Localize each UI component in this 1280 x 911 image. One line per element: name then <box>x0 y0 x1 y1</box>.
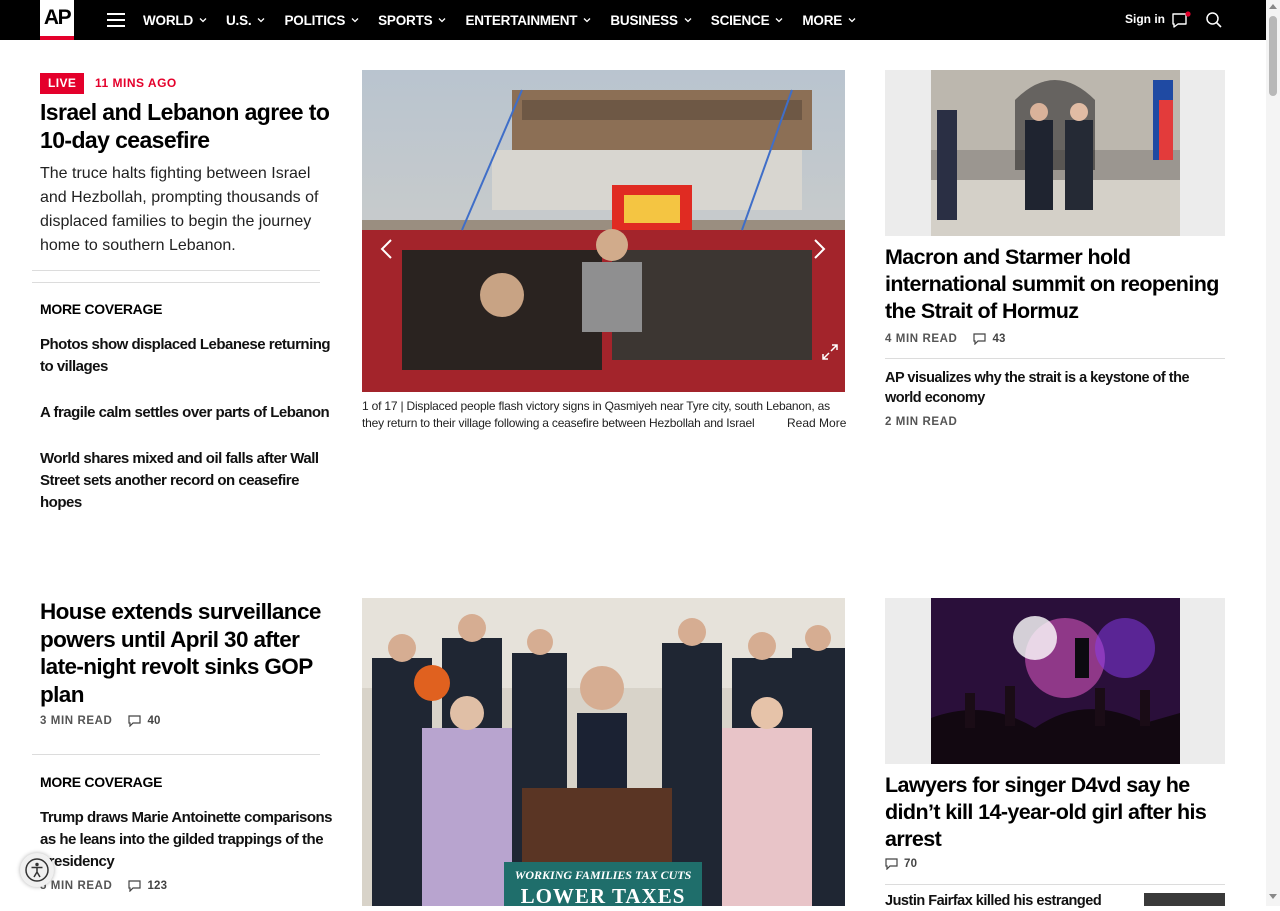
comment-count[interactable]: 40 <box>147 715 160 727</box>
accessibility-icon <box>25 858 49 882</box>
d4vd-concert-photo <box>885 598 1225 764</box>
surveillance-meta: 3 MIN READ 40 <box>40 715 161 727</box>
nav-item-sports[interactable]: SPORTS <box>378 13 446 28</box>
comment-count[interactable]: 123 <box>147 880 167 892</box>
chevron-down-icon <box>775 18 783 23</box>
nav-item-more[interactable]: MORE <box>802 13 856 28</box>
nav-item-entertainment[interactable]: ENTERTAINMENT <box>465 13 591 28</box>
scroll-down-arrow[interactable] <box>1269 894 1277 899</box>
chevron-down-icon <box>258 18 265 23</box>
summit-headline[interactable]: Macron and Starmer hold international su… <box>885 244 1225 325</box>
lead-headline[interactable]: Israel and Lebanon agree to 10-day cease… <box>40 98 330 154</box>
nav-item-world[interactable]: WORLD <box>143 13 207 28</box>
tax-cuts-sign: WORKING FAMILIES TAX CUTS LOWER TAXES <box>504 868 702 906</box>
concert-photo[interactable] <box>885 598 1225 764</box>
more-coverage-label: MORE COVERAGE <box>40 301 163 317</box>
carousel-caption: 1 of 17 | Displaced people flash victory… <box>362 399 830 430</box>
chevron-down-icon <box>583 18 591 23</box>
house-press-photo[interactable]: WORKING FAMILIES TAX CUTS LOWER TAXES <box>362 598 845 906</box>
chevron-down-icon <box>199 18 207 23</box>
carousel-next-button[interactable] <box>800 230 838 268</box>
carousel-prev-button[interactable] <box>368 230 406 268</box>
chevron-down-icon <box>351 18 359 23</box>
lead-summary: The truce halts fighting between Israel … <box>40 165 319 254</box>
displaced-family-car-photo <box>362 70 845 392</box>
comment-icon[interactable] <box>973 333 987 345</box>
carousel-photo[interactable] <box>362 70 845 392</box>
divider <box>885 358 1225 359</box>
live-badge: LIVE <box>40 73 85 94</box>
comment-icon[interactable] <box>885 858 898 870</box>
summit-meta: 4 MIN READ 43 <box>885 333 1006 345</box>
divider <box>885 884 1225 885</box>
surveillance-headline[interactable]: House extends surveillance powers until … <box>40 598 335 708</box>
coverage-link[interactable]: A fragile calm settles over parts of Leb… <box>40 402 335 424</box>
nav-item-politics[interactable]: POLITICS <box>284 13 359 28</box>
comment-icon[interactable] <box>128 715 142 727</box>
divider <box>32 754 320 755</box>
sign-line-1: WORKING FAMILIES TAX CUTS <box>514 868 692 882</box>
ap-logo[interactable]: AP <box>40 0 74 40</box>
divider <box>32 282 320 283</box>
fairfax-thumbnail[interactable] <box>1144 893 1225 906</box>
divider <box>32 270 320 271</box>
nav-item-science[interactable]: SCIENCE <box>711 13 784 28</box>
read-time: 2 MIN READ <box>885 416 958 428</box>
read-time: 3 MIN READ <box>40 715 113 727</box>
fairfax-link[interactable]: Justin Fairfax killed his estranged <box>885 891 1135 911</box>
caption-text: Displaced people flash victory signs in … <box>362 399 830 430</box>
read-more-link[interactable]: Read More <box>783 416 847 430</box>
chevron-right-icon <box>814 239 826 259</box>
coverage-link[interactable]: World shares mixed and oil falls after W… <box>40 448 335 514</box>
nav-items: WORLD U.S. POLITICS SPORTS ENTERTAINMENT… <box>143 0 875 40</box>
d4vd-headline[interactable]: Lawyers for singer D4vd say he didn’t ki… <box>885 772 1225 853</box>
live-timestamp: 11 MINS AGO <box>95 76 177 90</box>
coverage-link-meta: 5 MIN READ 123 <box>40 880 167 892</box>
top-nav: AP WORLD U.S. POLITICS SPORTS ENTERTAINM… <box>0 0 1266 40</box>
search-icon[interactable] <box>1205 11 1223 29</box>
house-republicans-photo <box>362 598 845 906</box>
strait-link[interactable]: AP visualizes why the strait is a keysto… <box>885 368 1215 408</box>
chevron-down-icon <box>848 18 856 23</box>
nav-item-us[interactable]: U.S. <box>226 13 265 28</box>
carousel-counter: 1 of 17 <box>362 399 398 413</box>
comment-count[interactable]: 43 <box>992 333 1005 345</box>
scroll-up-arrow[interactable] <box>1269 4 1277 9</box>
comment-count[interactable]: 70 <box>904 858 917 870</box>
chevron-down-icon <box>438 18 446 23</box>
coverage-link[interactable]: Photos show displaced Lebanese returning… <box>40 334 335 378</box>
d4vd-meta: 70 <box>885 858 917 870</box>
coverage-link[interactable]: Trump draws Marie Antoinette comparisons… <box>40 807 335 873</box>
sign-line-2: LOWER TAXES <box>520 884 686 906</box>
chevron-left-icon <box>380 239 392 259</box>
read-time: 5 MIN READ <box>40 880 113 892</box>
expand-icon[interactable] <box>820 342 840 362</box>
more-coverage-label: MORE COVERAGE <box>40 774 163 790</box>
page-scrollbar[interactable] <box>1266 0 1280 906</box>
comment-icon[interactable] <box>128 880 142 892</box>
read-time: 4 MIN READ <box>885 333 958 345</box>
chat-icon[interactable] <box>1171 11 1191 29</box>
macron-starmer-photo <box>885 70 1225 236</box>
sign-in-link[interactable]: Sign in <box>1125 12 1165 26</box>
menu-icon[interactable] <box>107 13 125 27</box>
scroll-thumb[interactable] <box>1269 16 1277 96</box>
accessibility-button[interactable] <box>20 853 54 887</box>
chevron-down-icon <box>684 18 692 23</box>
summit-photo[interactable] <box>885 70 1225 236</box>
nav-item-business[interactable]: BUSINESS <box>610 13 692 28</box>
